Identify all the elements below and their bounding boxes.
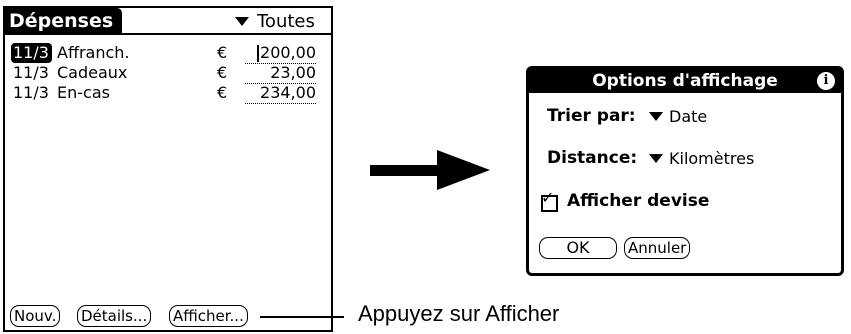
dialog-title-text: Options d'affichage <box>592 71 778 91</box>
expense-date[interactable]: 11/3 <box>11 43 52 63</box>
show-button[interactable]: Afficher... <box>169 305 248 327</box>
display-options-dialog: Options d'affichage i Trier par: Date Di… <box>526 66 844 276</box>
cancel-button[interactable]: Annuler <box>624 237 691 259</box>
expense-amount[interactable]: 23,00 <box>245 63 316 84</box>
ok-button[interactable]: OK <box>539 237 617 259</box>
dropdown-triangle-icon <box>235 16 249 26</box>
expense-currency: € <box>217 43 228 62</box>
callout-text: Appuyez sur Afficher <box>358 301 560 326</box>
sort-picker[interactable]: Date <box>649 106 707 128</box>
expense-description[interactable]: Affranch. <box>57 43 130 63</box>
details-button[interactable]: Détails... <box>77 305 152 327</box>
distance-value: Kilomètres <box>669 149 755 168</box>
expense-amount[interactable]: 200,00 <box>245 43 316 64</box>
show-currency-label[interactable]: Afficher devise <box>567 190 709 212</box>
expense-currency: € <box>217 83 228 102</box>
expense-row[interactable]: 11/3 En-cas € 234,00 <box>5 83 331 104</box>
expense-row[interactable]: 11/3 Affranch. € 200,00 <box>5 43 331 64</box>
dialog-title: Options d'affichage i <box>529 69 841 93</box>
category-picker[interactable]: Toutes <box>235 11 315 32</box>
sort-value: Date <box>669 107 708 126</box>
expense-description[interactable]: Cadeaux <box>57 63 127 83</box>
expense-amount[interactable]: 234,00 <box>245 83 316 104</box>
dropdown-triangle-icon <box>649 154 663 163</box>
distance-picker[interactable]: Kilomètres <box>649 148 754 170</box>
app-title[interactable]: Dépenses <box>5 8 122 35</box>
checkmark-icon: ✓ <box>541 188 555 207</box>
callout-leader-line <box>260 316 344 318</box>
show-currency-checkbox[interactable]: ✓ <box>541 190 558 212</box>
expense-screen: Dépenses Toutes 11/3 Affranch. € 200,00 … <box>3 6 333 332</box>
expense-currency: € <box>217 63 228 82</box>
expense-date[interactable]: 11/3 <box>11 83 52 103</box>
info-icon[interactable]: i <box>817 72 835 90</box>
distance-label: Distance: <box>547 148 638 168</box>
category-label: Toutes <box>257 11 315 32</box>
expense-row[interactable]: 11/3 Cadeaux € 23,00 <box>5 63 331 84</box>
expense-date[interactable]: 11/3 <box>11 63 52 83</box>
sort-label: Trier par: <box>547 106 636 126</box>
dropdown-triangle-icon <box>649 112 663 121</box>
new-button[interactable]: Nouv. <box>10 305 61 327</box>
right-arrow-icon <box>370 165 440 176</box>
text-cursor <box>257 45 259 62</box>
expense-description[interactable]: En-cas <box>57 83 110 103</box>
right-arrow-head-icon <box>437 150 490 190</box>
title-underline <box>5 33 331 35</box>
